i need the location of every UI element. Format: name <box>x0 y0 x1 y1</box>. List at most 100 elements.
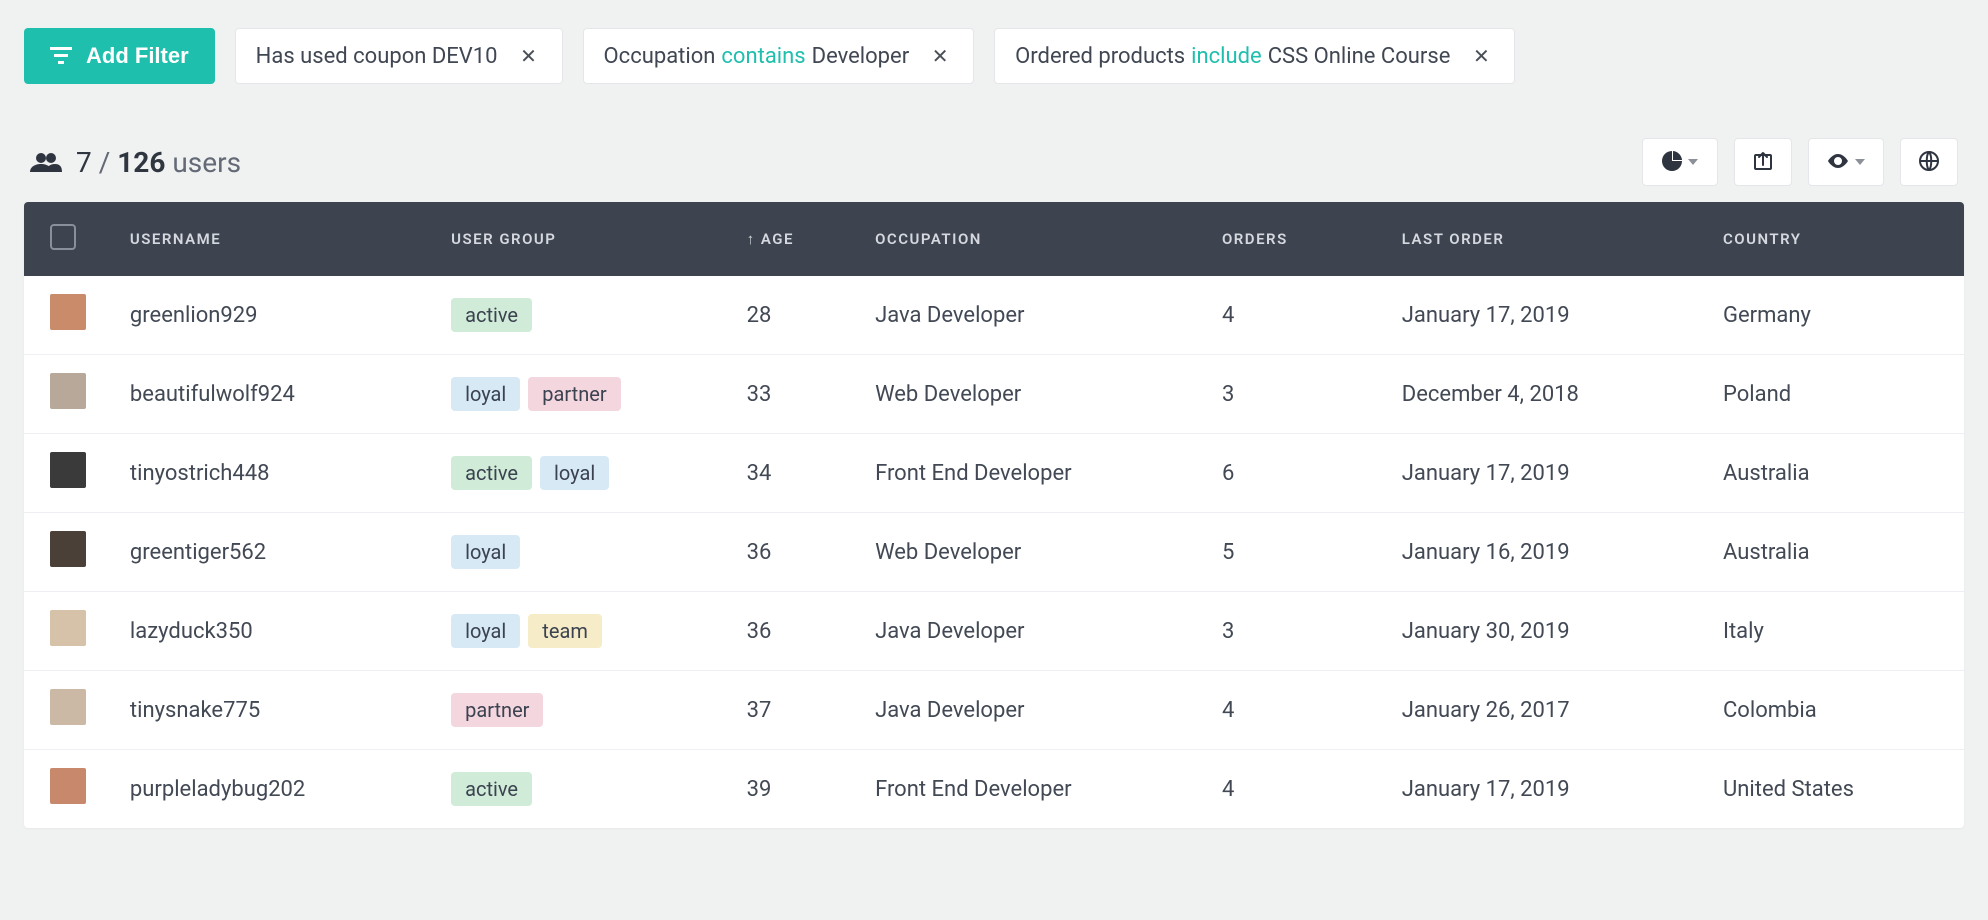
country-cell: Australia <box>1707 434 1964 513</box>
username-cell: greenlion929 <box>114 276 435 355</box>
total-count: 126 <box>117 146 165 179</box>
age-cell: 39 <box>731 750 859 829</box>
user-group-tag: active <box>451 298 532 332</box>
orders-cell: 6 <box>1206 434 1386 513</box>
add-filter-button[interactable]: Add Filter <box>24 28 215 84</box>
avatar <box>50 689 86 725</box>
avatar-cell <box>24 434 114 513</box>
username-cell: tinysnake775 <box>114 671 435 750</box>
avatar <box>50 531 86 567</box>
username-cell: lazyduck350 <box>114 592 435 671</box>
col-orders[interactable]: ORDERS <box>1206 202 1386 276</box>
avatar <box>50 610 86 646</box>
group-cell: loyalpartner <box>435 355 730 434</box>
filter-chip-text: Has used coupon DEV10 <box>256 44 498 69</box>
table-row[interactable]: purpleladybug202active39Front End Develo… <box>24 750 1964 829</box>
orders-cell: 4 <box>1206 671 1386 750</box>
last-order-cell: January 17, 2019 <box>1386 434 1707 513</box>
users-table: USERNAME USER GROUP AGE OCCUPATION ORDER… <box>24 202 1964 828</box>
filter-chip-text: OccupationcontainsDeveloper <box>604 44 910 69</box>
last-order-cell: January 17, 2019 <box>1386 750 1707 829</box>
col-group[interactable]: USER GROUP <box>435 202 730 276</box>
checkbox-icon[interactable] <box>50 224 76 250</box>
occupation-cell: Web Developer <box>859 513 1206 592</box>
user-group-tag: active <box>451 772 532 806</box>
last-order-cell: January 17, 2019 <box>1386 276 1707 355</box>
col-username[interactable]: USERNAME <box>114 202 435 276</box>
results-count: 7 / 126 users <box>30 146 241 179</box>
avatar <box>50 452 86 488</box>
col-occupation[interactable]: OCCUPATION <box>859 202 1206 276</box>
group-cell: loyal <box>435 513 730 592</box>
user-group-tag: partner <box>528 377 620 411</box>
age-cell: 36 <box>731 513 859 592</box>
avatar-cell <box>24 592 114 671</box>
table-header-row: USERNAME USER GROUP AGE OCCUPATION ORDER… <box>24 202 1964 276</box>
filter-bar: Add Filter Has used coupon DEV10✕Occupat… <box>24 28 1964 84</box>
username-cell: beautifulwolf924 <box>114 355 435 434</box>
occupation-cell: Front End Developer <box>859 750 1206 829</box>
user-group-tag: loyal <box>540 456 609 490</box>
globe-button[interactable] <box>1900 138 1958 186</box>
country-cell: United States <box>1707 750 1964 829</box>
last-order-cell: December 4, 2018 <box>1386 355 1707 434</box>
col-country[interactable]: COUNTRY <box>1707 202 1964 276</box>
group-cell: loyalteam <box>435 592 730 671</box>
age-cell: 37 <box>731 671 859 750</box>
globe-icon <box>1919 151 1939 174</box>
close-icon[interactable]: ✕ <box>1468 43 1494 69</box>
occupation-cell: Java Developer <box>859 276 1206 355</box>
last-order-cell: January 16, 2019 <box>1386 513 1707 592</box>
table-row[interactable]: greentiger562 loyal 36Web Developer5Januar… <box>24 513 1964 592</box>
visibility-button[interactable] <box>1808 138 1884 186</box>
username-cell: greentiger562 <box>114 513 435 592</box>
filter-chip[interactable]: Ordered productsincludeCSS Online Course… <box>994 28 1515 84</box>
country-cell: Australia <box>1707 513 1964 592</box>
orders-cell: 5 <box>1206 513 1386 592</box>
orders-cell: 3 <box>1206 355 1386 434</box>
avatar-cell <box>24 276 114 355</box>
col-age[interactable]: AGE <box>731 202 859 276</box>
filter-chip[interactable]: OccupationcontainsDeveloper ✕ <box>583 28 975 84</box>
avatar-cell <box>24 671 114 750</box>
table-row[interactable]: greenlion929active28Java Developer4Janua… <box>24 276 1964 355</box>
avatar-cell <box>24 750 114 829</box>
add-filter-label: Add Filter <box>86 43 189 69</box>
results-bar: 7 / 126 users <box>24 138 1964 186</box>
action-icons <box>1642 138 1958 186</box>
age-cell: 28 <box>731 276 859 355</box>
user-group-tag: team <box>528 614 602 648</box>
age-cell: 36 <box>731 592 859 671</box>
chart-button[interactable] <box>1642 138 1718 186</box>
country-cell: Colombia <box>1707 671 1964 750</box>
table-row[interactable]: tinyostrich448activeloyal34Front End Dev… <box>24 434 1964 513</box>
table-row[interactable]: tinysnake775partner37Java Developer4Janu… <box>24 671 1964 750</box>
group-cell: activeloyal <box>435 434 730 513</box>
results-label: users <box>172 146 241 179</box>
filter-chip[interactable]: Has used coupon DEV10 ✕ <box>235 28 563 84</box>
username-cell: tinyostrich448 <box>114 434 435 513</box>
avatar <box>50 294 86 330</box>
chevron-down-icon <box>1688 159 1698 165</box>
user-group-tag: partner <box>451 693 543 727</box>
filtered-count: 7 <box>76 146 92 179</box>
table-row[interactable]: beautifulwolf924loyalpartner33Web Develo… <box>24 355 1964 434</box>
close-icon[interactable]: ✕ <box>516 43 542 69</box>
select-all-header[interactable] <box>24 202 114 276</box>
pie-chart-icon <box>1662 151 1682 174</box>
country-cell: Germany <box>1707 276 1964 355</box>
table-row[interactable]: lazyduck350loyalteam36Java Developer3Jan… <box>24 592 1964 671</box>
group-cell: partner <box>435 671 730 750</box>
country-cell: Poland <box>1707 355 1964 434</box>
user-group-tag: loyal <box>451 535 520 569</box>
close-icon[interactable]: ✕ <box>927 43 953 69</box>
filter-chip-text: Ordered productsincludeCSS Online Course <box>1015 44 1450 69</box>
orders-cell: 3 <box>1206 592 1386 671</box>
user-group-tag: active <box>451 456 532 490</box>
col-last[interactable]: LAST ORDER <box>1386 202 1707 276</box>
users-icon <box>30 152 62 172</box>
avatar-cell <box>24 355 114 434</box>
export-button[interactable] <box>1734 138 1792 186</box>
age-cell: 34 <box>731 434 859 513</box>
eye-icon <box>1827 154 1849 171</box>
